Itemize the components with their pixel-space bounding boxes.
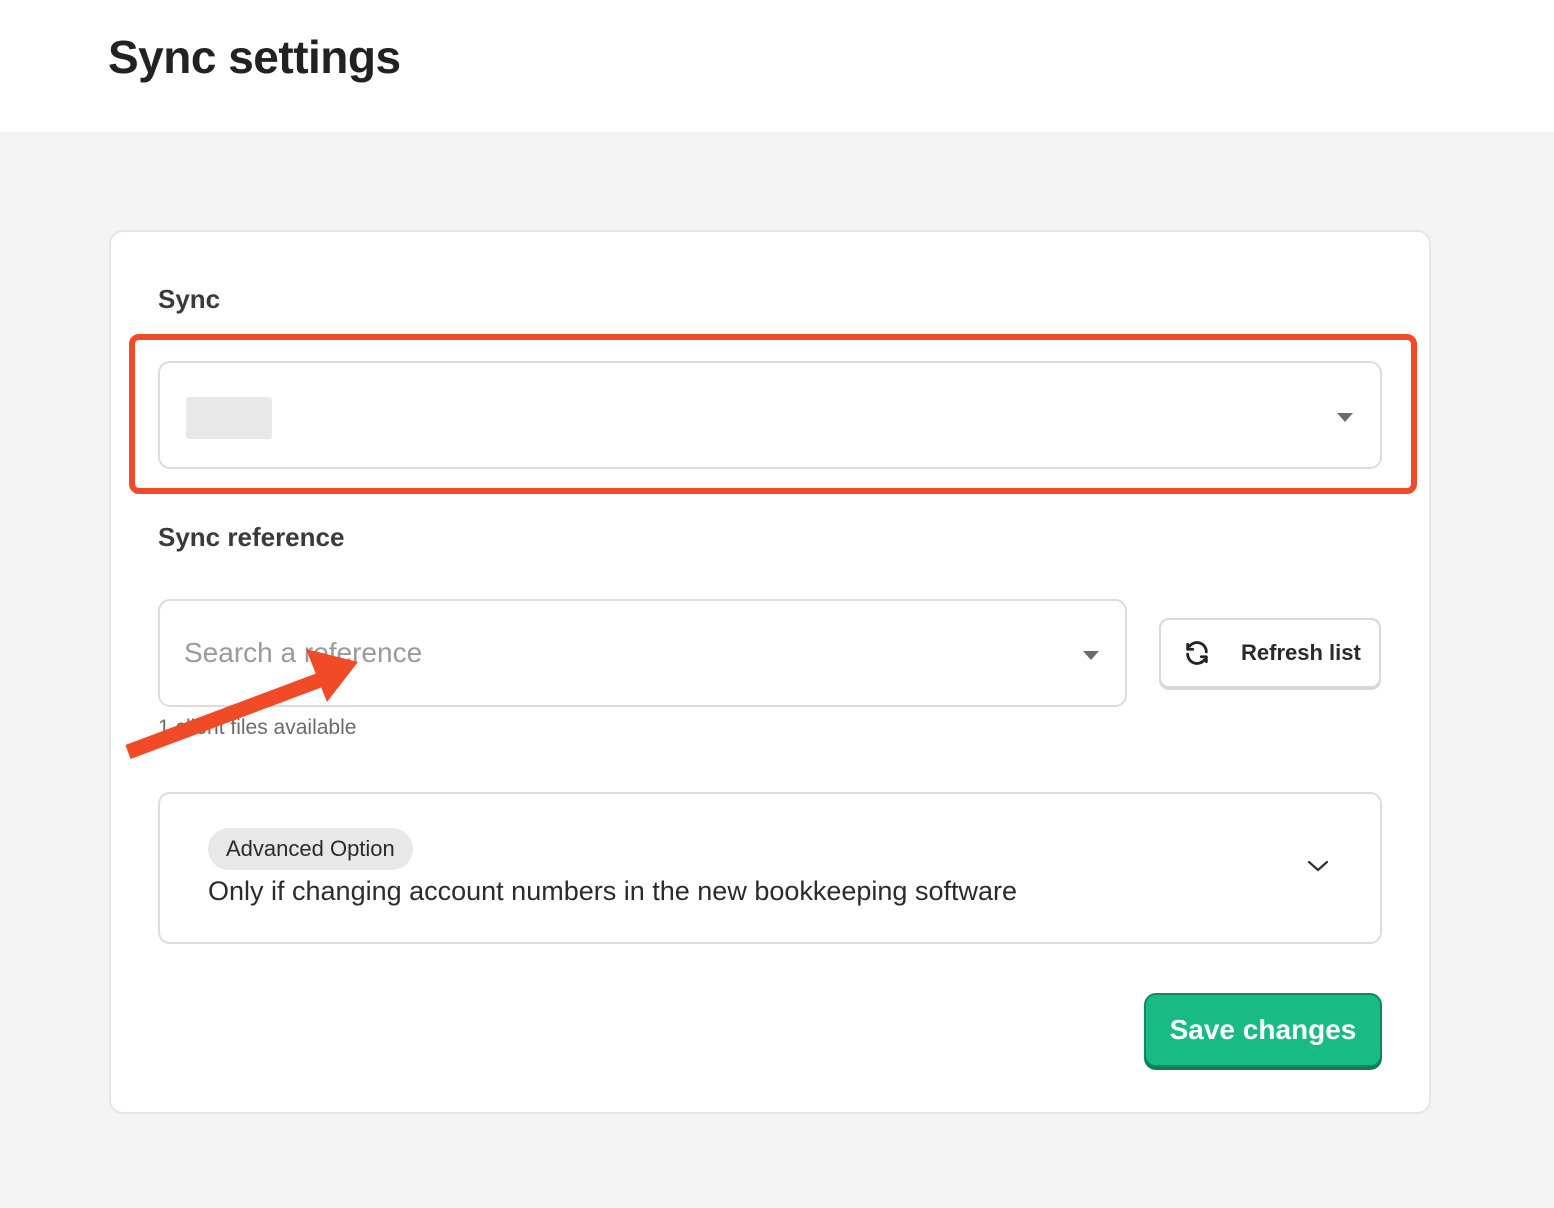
sync-label: Sync	[158, 284, 221, 314]
page-header: Sync settings	[0, 0, 1554, 132]
client-files-helper: 1 client files available	[158, 716, 357, 739]
refresh-list-button[interactable]: Refresh list	[1159, 618, 1381, 688]
refresh-icon	[1186, 641, 1208, 665]
refresh-list-label: Refresh list	[1241, 640, 1361, 665]
advanced-option-badge: Advanced Option	[208, 828, 413, 870]
sync-reference-label: Sync reference	[158, 522, 345, 552]
search-reference-placeholder: Search a reference	[184, 637, 423, 668]
save-changes-button[interactable]: Save changes	[1144, 993, 1382, 1067]
sync-reference-select[interactable]: Search a reference	[158, 599, 1127, 707]
caret-down-icon	[1083, 651, 1099, 660]
page-title: Sync settings	[108, 31, 401, 83]
annotation-highlight-box	[129, 334, 1417, 494]
advanced-option-accordion[interactable]: Advanced Option Only if changing account…	[158, 792, 1382, 944]
advanced-option-description: Only if changing account numbers in the …	[208, 876, 1017, 906]
chevron-down-icon[interactable]	[1306, 854, 1330, 878]
